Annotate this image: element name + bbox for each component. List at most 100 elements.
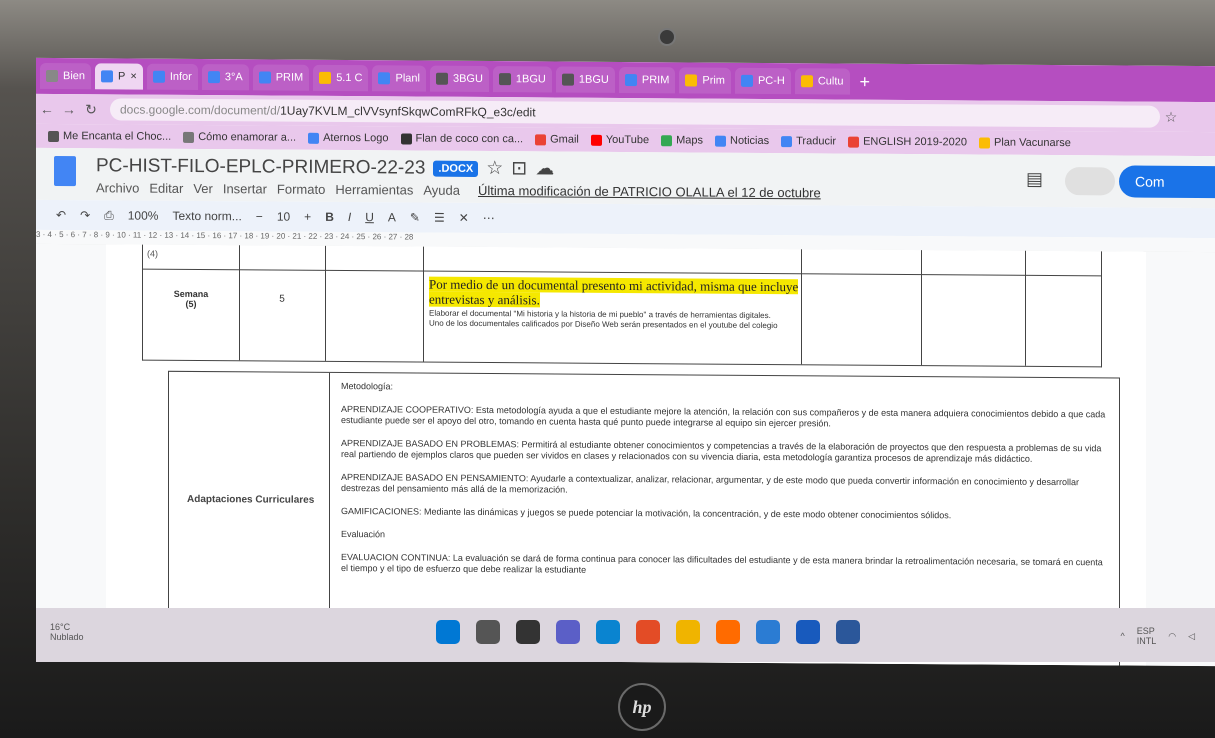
docs-logo-icon[interactable] [54,156,76,187]
taskbar-app-icon[interactable] [716,620,740,644]
back-icon[interactable]: ← [36,101,58,117]
bookmark-label: Maps [676,134,703,147]
bookmark-item[interactable]: Flan de coco con ca... [400,132,523,145]
menu-item[interactable]: Formato [277,182,325,197]
highlight-icon[interactable]: ✎ [410,210,420,224]
bookmark-item[interactable]: Plan Vacunarse [979,136,1071,149]
browser-tab[interactable]: PC-H [734,67,791,95]
volume-icon[interactable]: ◁ [1188,631,1195,642]
share-button[interactable]: Com [1119,165,1215,199]
style-select[interactable]: Texto norm... [172,209,241,223]
bookmark-item[interactable]: Gmail [535,133,579,146]
activity-details: Elaborar el documental "Mi historia y la… [429,309,799,332]
hp-logo: hp [618,683,666,731]
doc-title[interactable]: PC-HIST-FILO-EPLC-PRIMERO-22-23 [96,155,425,179]
browser-tab[interactable]: P × [95,63,143,90]
system-tray: ^ ESP INTL ◠ ◁ [1120,626,1195,646]
taskbar-app-icon[interactable] [756,620,780,644]
bookmark-favicon-icon [308,132,320,144]
browser-tab[interactable]: 1BGU [492,66,552,93]
menu-item[interactable]: Editar [149,181,183,196]
line-spacing-icon[interactable]: ☰ [434,211,445,225]
undo-icon[interactable]: ↶ [56,208,66,222]
menu-item[interactable]: Insertar [223,181,267,196]
print-icon[interactable]: ⎙ [104,208,114,223]
font-size-decrease[interactable]: − [256,209,263,223]
font-size-increase[interactable]: + [304,210,311,224]
tab-label: 3°A [224,71,243,84]
taskbar-app-icon[interactable] [556,620,580,644]
browser-tab[interactable]: 1BGU [555,66,615,93]
methodology-body: Metodología: APRENDIZAJE COOPERATIVO: Es… [341,381,1111,591]
week-cell: Semana (5) [143,289,239,310]
browser-tab[interactable]: PRIM [618,66,676,94]
italic-button[interactable]: I [348,210,351,224]
reload-icon[interactable]: ↻ [80,101,102,118]
browser-tab[interactable]: Prim [679,67,731,94]
move-folder-icon[interactable]: ⊡ [511,157,527,180]
browser-tab[interactable]: PRIM [252,64,310,91]
font-size-input[interactable]: 10 [277,210,290,224]
bookmark-item[interactable]: Traducir [781,135,836,147]
tab-close-icon[interactable]: × [130,71,136,83]
bookmark-item[interactable]: Cómo enamorar a... [183,131,296,144]
taskbar-app-icon[interactable] [636,620,660,644]
taskbar-app-icon[interactable] [796,620,820,644]
menu-item[interactable]: Ver [193,181,213,196]
address-input[interactable]: docs.google.com/document/d/1Uay7KVLM_clV… [110,98,1160,128]
browser-tab[interactable]: Infor [146,63,198,91]
tray-chevron-icon[interactable]: ^ [1120,631,1124,641]
bookmark-item[interactable]: Noticias [715,135,769,147]
bold-button[interactable]: B [325,210,334,224]
methodology-paragraph: GAMIFICACIONES: Mediante las dinámicas y… [341,506,952,521]
star-icon[interactable]: ☆ [486,157,503,180]
taskbar-app-icon[interactable] [436,620,460,644]
tab-favicon-icon [624,73,637,87]
taskbar-app-icon[interactable] [836,620,860,644]
more-icon[interactable]: ⋯ [483,211,495,225]
redo-icon[interactable]: ↷ [80,208,90,222]
text-color-button[interactable]: A [388,210,396,224]
week-label: Semana [173,288,209,300]
share-label: Com [1135,173,1165,190]
bookmark-item[interactable]: Aternos Logo [308,132,389,144]
clear-format-icon[interactable]: ✕ [459,211,469,225]
doc-menu-bar: Archivo Editar Ver Insertar Formato Herramien… [96,180,821,200]
browser-tab[interactable]: Bien [40,62,92,90]
bookmark-label: Me Encanta el Choc... [63,130,172,143]
weather-widget[interactable]: 16°C Nublado [50,622,84,642]
taskbar-app-icon[interactable] [476,620,500,644]
bookmark-star-icon[interactable]: ☆ [1160,108,1182,125]
language-indicator[interactable]: ESP INTL [1137,626,1157,646]
browser-tab[interactable]: 3°A [201,64,249,91]
menu-item[interactable]: Herramientas [335,182,413,198]
new-tab-icon[interactable]: + [860,71,871,92]
table-col-divider [423,246,424,362]
menu-item[interactable]: Ayuda [423,183,460,198]
taskbar-app-icon[interactable] [676,620,700,644]
menu-item[interactable]: Archivo [96,180,139,195]
bookmark-label: Plan Vacunarse [994,136,1071,150]
browser-tab[interactable]: 5.1 C [313,64,369,92]
comment-history-icon[interactable]: ▤ [1026,169,1043,190]
taskbar-app-icon[interactable] [596,620,620,644]
wifi-icon[interactable]: ◠ [1168,631,1176,642]
weather-temp: 16°C [50,622,71,632]
bookmark-item[interactable]: YouTube [590,133,650,147]
browser-tab[interactable]: 3BGU [429,65,489,93]
weather-desc: Nublado [50,632,84,642]
meet-button[interactable] [1065,167,1115,196]
browser-tab[interactable]: Cultu [794,68,850,95]
tab-label: PC-H [757,74,785,88]
bookmark-item[interactable]: Maps [661,134,703,147]
tab-label: 5.1 C [336,71,363,85]
underline-button[interactable]: U [365,210,374,224]
taskbar-app-icon[interactable] [516,620,540,644]
zoom-select[interactable]: 100% [128,209,159,223]
bookmark-label: YouTube [605,133,650,147]
last-modified-link[interactable]: Última modificación de PATRICIO OLALLA e… [478,183,821,200]
forward-icon[interactable]: → [58,101,80,117]
bookmark-item[interactable]: ENGLISH 2019-2020 [848,136,967,148]
browser-tab[interactable]: Planl [372,65,426,92]
bookmark-item[interactable]: Me Encanta el Choc... [48,130,171,143]
